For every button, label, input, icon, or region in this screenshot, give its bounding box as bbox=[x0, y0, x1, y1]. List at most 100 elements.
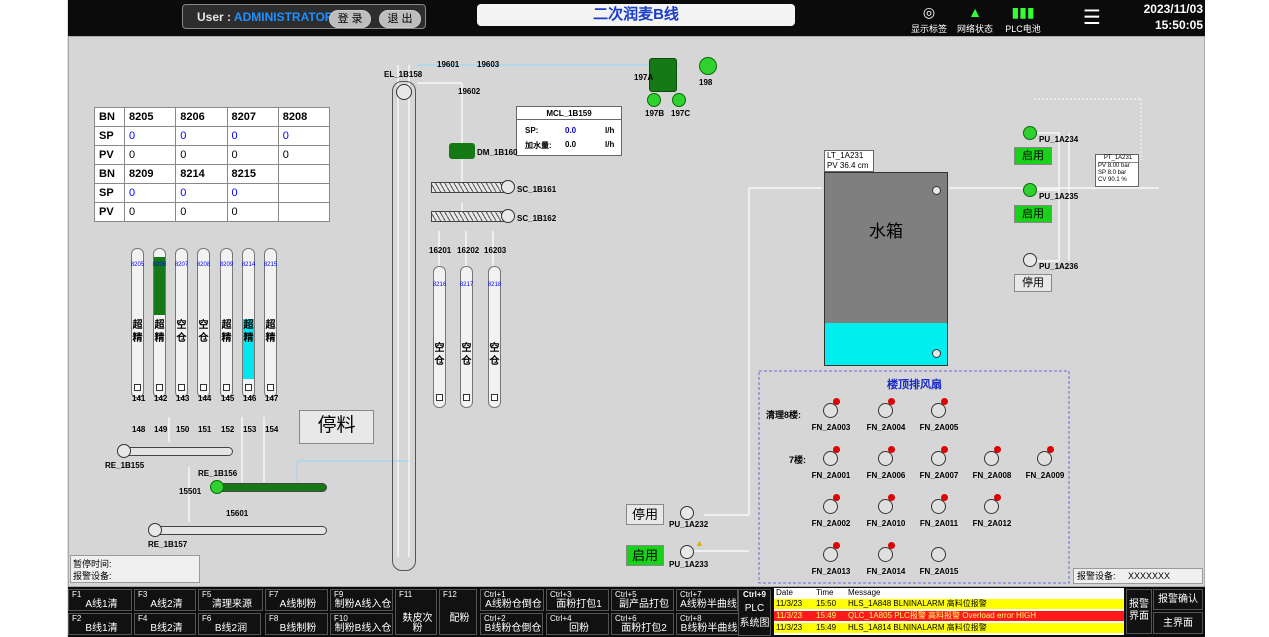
bin-8214[interactable]: 8214 超精 bbox=[242, 248, 255, 398]
fan-fn-2a002[interactable] bbox=[823, 494, 840, 514]
blower-197a[interactable] bbox=[649, 58, 677, 92]
fkey-f10-button[interactable]: F10 制粉B线入仓 bbox=[330, 613, 393, 635]
sp-input[interactable]: 0 bbox=[123, 183, 177, 203]
sp-input[interactable]: 0 bbox=[123, 126, 177, 146]
gate-label: 19602 bbox=[458, 87, 481, 96]
alarm-confirm-button[interactable]: 报警确认 bbox=[1153, 589, 1203, 610]
fkey-ctrl-3-button[interactable]: Ctrl+3 面粉打包1 bbox=[546, 589, 609, 611]
dampener-dm-1b160[interactable] bbox=[449, 143, 475, 159]
fkey-ctrl-2-button[interactable]: Ctrl+2 B线粉仓倒仓 bbox=[480, 613, 543, 635]
fan-fn-2a007[interactable] bbox=[931, 446, 948, 466]
network-status[interactable]: ▲ 网络状态 bbox=[950, 2, 1000, 35]
fan-fn-2a008[interactable] bbox=[984, 446, 1001, 466]
sp-input[interactable]: 0 bbox=[226, 126, 279, 146]
pump-pu-1a236-button[interactable]: 停用 bbox=[1014, 274, 1052, 292]
fkey-f9-button[interactable]: F9 制粉A线入仓 bbox=[330, 589, 393, 611]
pressure-transmitter-panel[interactable]: PT_1A231 PV 8.00 bar SP 8.0 bar CV 90.1 … bbox=[1095, 154, 1139, 187]
fan-fn-2a015[interactable] bbox=[931, 547, 946, 562]
blower-label: 197A bbox=[634, 73, 654, 82]
ctrl9-plc-button[interactable]: Ctrl+9 PLC 系统图 bbox=[738, 589, 771, 636]
mcl-panel[interactable]: MCL_1B159 SP: 0.0 l/h 加水量: 0.0 l/h bbox=[516, 106, 622, 156]
sp-input[interactable]: 0 bbox=[175, 126, 228, 146]
fkey-ctrl-1-button[interactable]: Ctrl+1 A线粉仓倒仓 bbox=[480, 589, 544, 611]
sp-input[interactable]: 0 bbox=[175, 183, 228, 203]
bin-8217[interactable]: 8217 空仓 bbox=[460, 266, 473, 408]
fan-fn-2a004[interactable] bbox=[878, 398, 895, 418]
sp-input[interactable] bbox=[277, 183, 331, 203]
fan-198-indicator[interactable] bbox=[699, 57, 717, 75]
bin-8208[interactable]: 8208 空仓 bbox=[197, 248, 210, 398]
fan-fn-2a010[interactable] bbox=[878, 494, 895, 514]
valve-label: 153 bbox=[243, 425, 257, 434]
level-transmitter-panel[interactable]: LT_1A231 PV 36.4 cm bbox=[824, 150, 874, 172]
fkey-f4-button[interactable]: F4 B线2清 bbox=[134, 613, 196, 635]
bin-number: 8217 bbox=[459, 282, 474, 288]
fkey-ctrl-7-button[interactable]: Ctrl+7 A线粉半曲线 bbox=[676, 589, 738, 611]
belt-re-1b157[interactable] bbox=[149, 526, 327, 535]
fan-fn-2a003[interactable] bbox=[823, 398, 840, 418]
stop-feed-button[interactable]: 停料 bbox=[299, 410, 374, 444]
fkey-f2-button[interactable]: F2 B线1清 bbox=[68, 613, 132, 635]
pump-pu-1a233-button[interactable]: 启用 bbox=[626, 545, 664, 566]
fkey-f6-button[interactable]: F6 B线2润 bbox=[198, 613, 261, 635]
pump-pu-1a234-button[interactable]: 启用 bbox=[1014, 147, 1052, 165]
fkey-f11-button[interactable]: F11 麸皮次粉 bbox=[395, 589, 437, 635]
alarm-row[interactable]: 11/3/23 15:49 HLS_1A814 BLNINALARM 高料位报警 bbox=[774, 623, 1124, 633]
belt-re-1b155[interactable] bbox=[119, 447, 233, 456]
bin-8207[interactable]: 8207 空仓 bbox=[175, 248, 188, 398]
bin-8215[interactable]: 8215 超精 bbox=[264, 248, 277, 398]
display-tag-toggle[interactable]: ◎ 显示标签 bbox=[904, 2, 954, 35]
hamburger-menu-icon[interactable]: ☰ bbox=[1083, 8, 1109, 28]
bin-8206[interactable]: 8206 超精 bbox=[153, 248, 166, 398]
screw-motor bbox=[501, 209, 515, 223]
main-view-button[interactable]: 主界面 bbox=[1153, 612, 1203, 634]
screw-sc-1b162[interactable] bbox=[431, 211, 505, 222]
blower-label: 197B bbox=[645, 109, 665, 118]
alarm-log[interactable]: Date Time Message 11/3/23 15:50 HLS_1A848 … bbox=[774, 588, 1124, 635]
fkey-ctrl-4-button[interactable]: Ctrl+4 回粉 bbox=[546, 613, 609, 635]
fan-fn-2a009[interactable] bbox=[1037, 446, 1054, 466]
fkey-f7-button[interactable]: F7 A线制粉 bbox=[265, 589, 328, 611]
fan-fn-2a011[interactable] bbox=[931, 494, 948, 514]
alarm-row[interactable]: 11/3/23 15:49 QLC_1A805 PLC报警 高料报警 Overloa… bbox=[774, 611, 1124, 621]
login-button[interactable]: 登 录 bbox=[329, 10, 371, 28]
sp-input[interactable]: 0 bbox=[226, 183, 279, 203]
bin-8209[interactable]: 8209 超精 bbox=[220, 248, 233, 398]
fan-fn-2a013[interactable] bbox=[823, 542, 840, 562]
fkey-ctrl-8-button[interactable]: Ctrl+8 B线粉半曲线 bbox=[676, 613, 739, 635]
bin-8218[interactable]: 8218 空仓 bbox=[488, 266, 501, 408]
fan-fn-2a006[interactable] bbox=[878, 446, 895, 466]
table-row: SP 0 0 0 bbox=[94, 183, 331, 203]
pump-pu-1a235-button[interactable]: 启用 bbox=[1014, 205, 1052, 223]
bin-8216[interactable]: 8216 空仓 bbox=[433, 266, 446, 408]
fkey-f8-button[interactable]: F8 B线制粉 bbox=[265, 613, 328, 635]
mcl-add-unit: l/h bbox=[605, 140, 615, 149]
logout-button[interactable]: 退 出 bbox=[379, 10, 421, 28]
fkey-f1-button[interactable]: F1 A线1清 bbox=[68, 589, 132, 611]
fan-fn-2a005[interactable] bbox=[931, 398, 948, 418]
belt-re-1b156[interactable] bbox=[211, 483, 327, 492]
fan-fn-2a001[interactable] bbox=[823, 446, 840, 466]
gate-label: 16201 bbox=[429, 246, 452, 255]
elevator-el-1b158[interactable] bbox=[392, 81, 416, 571]
pump-pu-1a232-button[interactable]: 停用 bbox=[626, 504, 664, 525]
bin-8205[interactable]: 8205 超精 bbox=[131, 248, 144, 398]
water-tank[interactable]: 水箱 bbox=[824, 172, 948, 366]
fkey-f5-button[interactable]: F5 清理来源 bbox=[198, 589, 263, 611]
screw-sc-1b161[interactable] bbox=[431, 182, 505, 193]
gate-label: 143 bbox=[176, 394, 190, 403]
fan-label: FN_2A009 bbox=[1025, 471, 1065, 480]
gate-label: 147 bbox=[265, 394, 279, 403]
sp-input[interactable]: 0 bbox=[277, 126, 331, 146]
fkey-f12-button[interactable]: F12 配粉 bbox=[439, 589, 477, 635]
fkey-ctrl-5-button[interactable]: Ctrl+5 副产品打包 bbox=[611, 589, 674, 611]
table-row: PV 0 0 0 0 bbox=[94, 145, 331, 165]
lt-pv-value: 36.4 bbox=[839, 161, 856, 170]
alarm-view-button[interactable]: 报警界面 bbox=[1126, 589, 1152, 634]
plc-battery[interactable]: ▮▮▮ PLC电池 bbox=[998, 2, 1048, 35]
fkey-f3-button[interactable]: F3 A线2清 bbox=[134, 589, 196, 611]
fan-fn-2a012[interactable] bbox=[984, 494, 1001, 514]
fan-fn-2a014[interactable] bbox=[878, 542, 895, 562]
fkey-ctrl-6-button[interactable]: Ctrl+6 面粉打包2 bbox=[611, 613, 674, 635]
alarm-row[interactable]: 11/3/23 15:50 HLS_1A848 BLNINALARM 高料位报警 bbox=[774, 599, 1124, 609]
